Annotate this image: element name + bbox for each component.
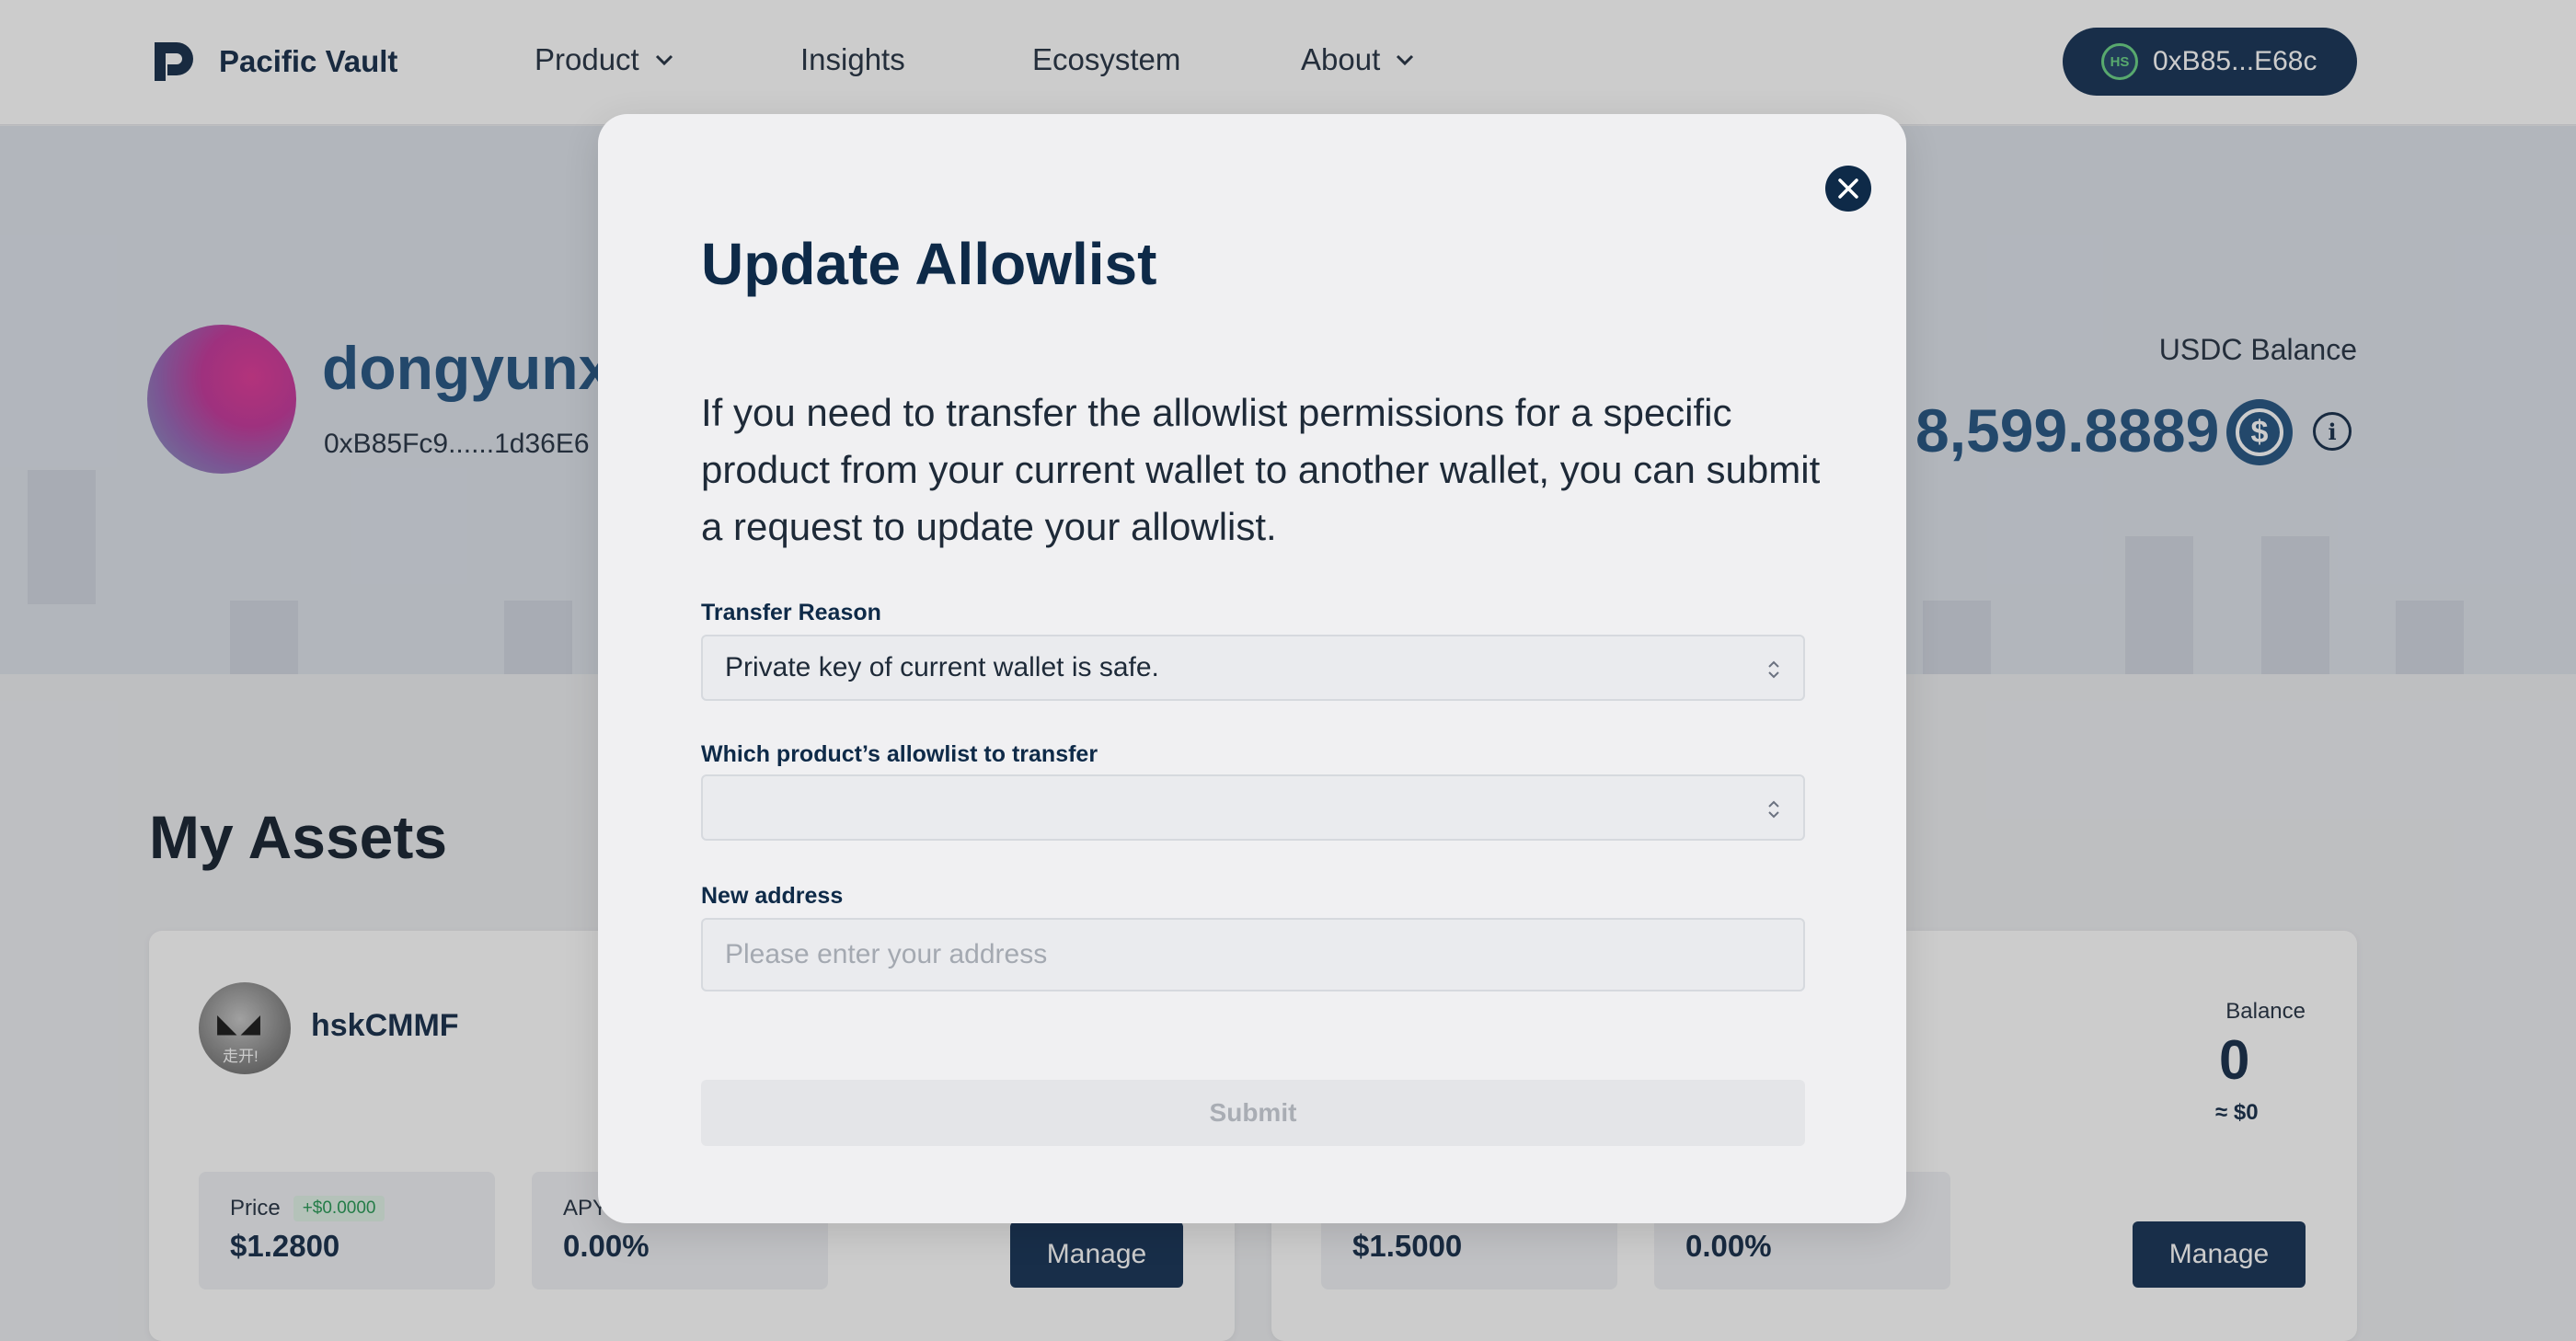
select-arrows-icon xyxy=(1768,800,1779,819)
select-arrows-icon xyxy=(1768,660,1779,679)
update-allowlist-modal: Update Allowlist If you need to transfer… xyxy=(598,114,1906,1223)
transfer-reason-value: Private key of current wallet is safe. xyxy=(725,652,1159,682)
transfer-reason-label: Transfer Reason xyxy=(701,600,881,625)
new-address-label: New address xyxy=(701,883,844,909)
product-allowlist-select[interactable] xyxy=(701,774,1805,841)
submit-button[interactable]: Submit xyxy=(701,1080,1805,1146)
close-button[interactable] xyxy=(1825,166,1871,212)
transfer-reason-select[interactable]: Private key of current wallet is safe. xyxy=(701,635,1805,701)
product-allowlist-label: Which product’s allowlist to transfer xyxy=(701,741,1098,767)
new-address-input[interactable] xyxy=(701,918,1805,991)
modal-title: Update Allowlist xyxy=(701,231,1157,297)
close-icon xyxy=(1838,178,1858,199)
modal-description: If you need to transfer the allowlist pe… xyxy=(701,391,1821,548)
